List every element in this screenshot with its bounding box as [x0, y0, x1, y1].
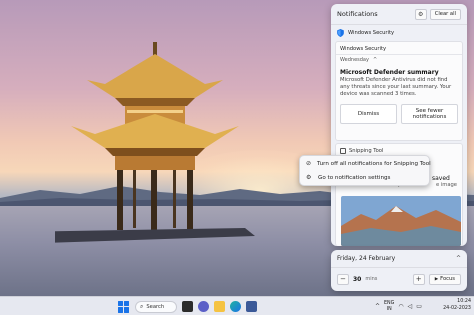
clock-date: 24-02-2023 [443, 305, 471, 311]
gear-icon: ⚙ [306, 174, 312, 181]
defender-body-line: device was scanned 3 times. [340, 91, 417, 97]
windows-security-label: Windows Security [348, 29, 395, 36]
focus-minutes-unit: mins [365, 276, 378, 282]
calendar-header[interactable]: Friday, 24 February ^ [331, 250, 467, 268]
focus-session-row: − 30 mins + ▶ Focus [331, 268, 467, 290]
see-fewer-label-line: See fewer [415, 107, 444, 114]
screenshot-thumbnail[interactable] [341, 196, 461, 246]
turn-off-notifications-item[interactable]: ⊘ Turn off all notifications for Snippin… [300, 157, 431, 171]
see-fewer-notifications-button[interactable]: See fewer notifications [401, 104, 458, 124]
pavilion-illustration [55, 42, 255, 243]
calendar-panel: Friday, 24 February ^ − 30 mins + ▶ Focu… [331, 250, 467, 291]
snipping-tool-app-name: Snipping Tool [349, 148, 384, 154]
chevron-up-icon[interactable]: ^ [375, 303, 380, 310]
circle-slash-icon: ⊘ [306, 160, 312, 167]
increase-minutes-button[interactable]: + [412, 273, 425, 285]
wifi-icon[interactable]: ◠ [398, 303, 403, 310]
taskbar-clock[interactable]: 10:24 24-02-2023 [441, 299, 471, 312]
decrease-minutes-button[interactable]: − [337, 273, 349, 285]
focus-button[interactable]: ▶ Focus [428, 273, 461, 285]
taskbar-apps: ⌕ Search [118, 299, 257, 314]
day-label: Wednesday [340, 57, 369, 63]
notification-context-menu: ⊘ Turn off all notifications for Snippin… [299, 155, 431, 186]
defender-title: Microsoft Defender summary [340, 69, 439, 76]
taskbar: ⌕ Search ^ ENG IN ◠ ◁ ▭ 10:24 24-02-2023 [0, 296, 474, 315]
language-line: ENG [384, 301, 395, 306]
card-app-name: Windows Security [340, 46, 387, 52]
play-icon: ▶ [434, 276, 439, 282]
notification-settings-item[interactable]: ⚙ Go to notification settings [300, 171, 429, 185]
snip-subtitle-fragment: e image [436, 182, 457, 188]
task-view-icon[interactable] [182, 301, 193, 312]
settings-icon: ⚙ [418, 10, 424, 18]
search-label: Search [146, 303, 165, 310]
language-indicator[interactable]: ENG IN [384, 301, 394, 312]
snip-title-fragment: saved [432, 175, 450, 182]
menu-item-label: Go to notification settings [318, 175, 391, 181]
dismiss-button[interactable]: Dismiss [340, 104, 397, 124]
taskbar-search-box[interactable]: ⌕ Search [135, 300, 177, 313]
notification-settings-button[interactable]: ⚙ [414, 8, 427, 20]
windows-start-icon[interactable] [118, 300, 130, 313]
shield-icon [337, 28, 344, 37]
edge-browser-icon[interactable] [230, 301, 241, 312]
defender-body: Microsoft Defender Antivirus did not fin… [336, 77, 462, 98]
focus-minutes-value: 30 [353, 275, 362, 283]
file-explorer-icon[interactable] [214, 301, 225, 312]
defender-actions: Dismiss See fewer notifications [336, 98, 462, 124]
calendar-date: Friday, 24 February [337, 255, 396, 262]
snipping-tool-icon [340, 148, 346, 154]
battery-icon[interactable]: ▭ [416, 303, 422, 310]
focus-button-label: Focus [440, 276, 455, 282]
menu-item-label: Turn off all notifications for Snipping … [317, 161, 431, 167]
windows-security-group-header[interactable]: Windows Security [331, 24, 467, 40]
search-icon: ⌕ [140, 302, 144, 310]
teams-chat-icon[interactable] [198, 301, 209, 312]
volume-icon[interactable]: ◁ [408, 303, 413, 310]
chevron-up-icon[interactable]: ^ [456, 255, 461, 262]
system-tray: ^ ENG IN ◠ ◁ ▭ [375, 299, 422, 314]
chevron-up-icon: ^ [372, 57, 378, 63]
store-icon[interactable] [246, 301, 257, 312]
day-group-header[interactable]: Wednesday ^ [336, 54, 462, 65]
defender-body-line: Microsoft Defender Antivirus did not fin… [340, 77, 448, 83]
notification-header: Notifications ⚙ Clear all [331, 4, 467, 24]
notifications-title: Notifications [337, 10, 378, 18]
defender-body-line: any threats since your last summary. You… [340, 84, 452, 90]
language-line: IN [386, 306, 392, 312]
clear-all-button[interactable]: Clear all [429, 8, 461, 20]
defender-notification-card[interactable]: Windows Security Wednesday ^ Microsoft D… [335, 41, 463, 141]
see-fewer-label-line: notifications [412, 114, 447, 120]
